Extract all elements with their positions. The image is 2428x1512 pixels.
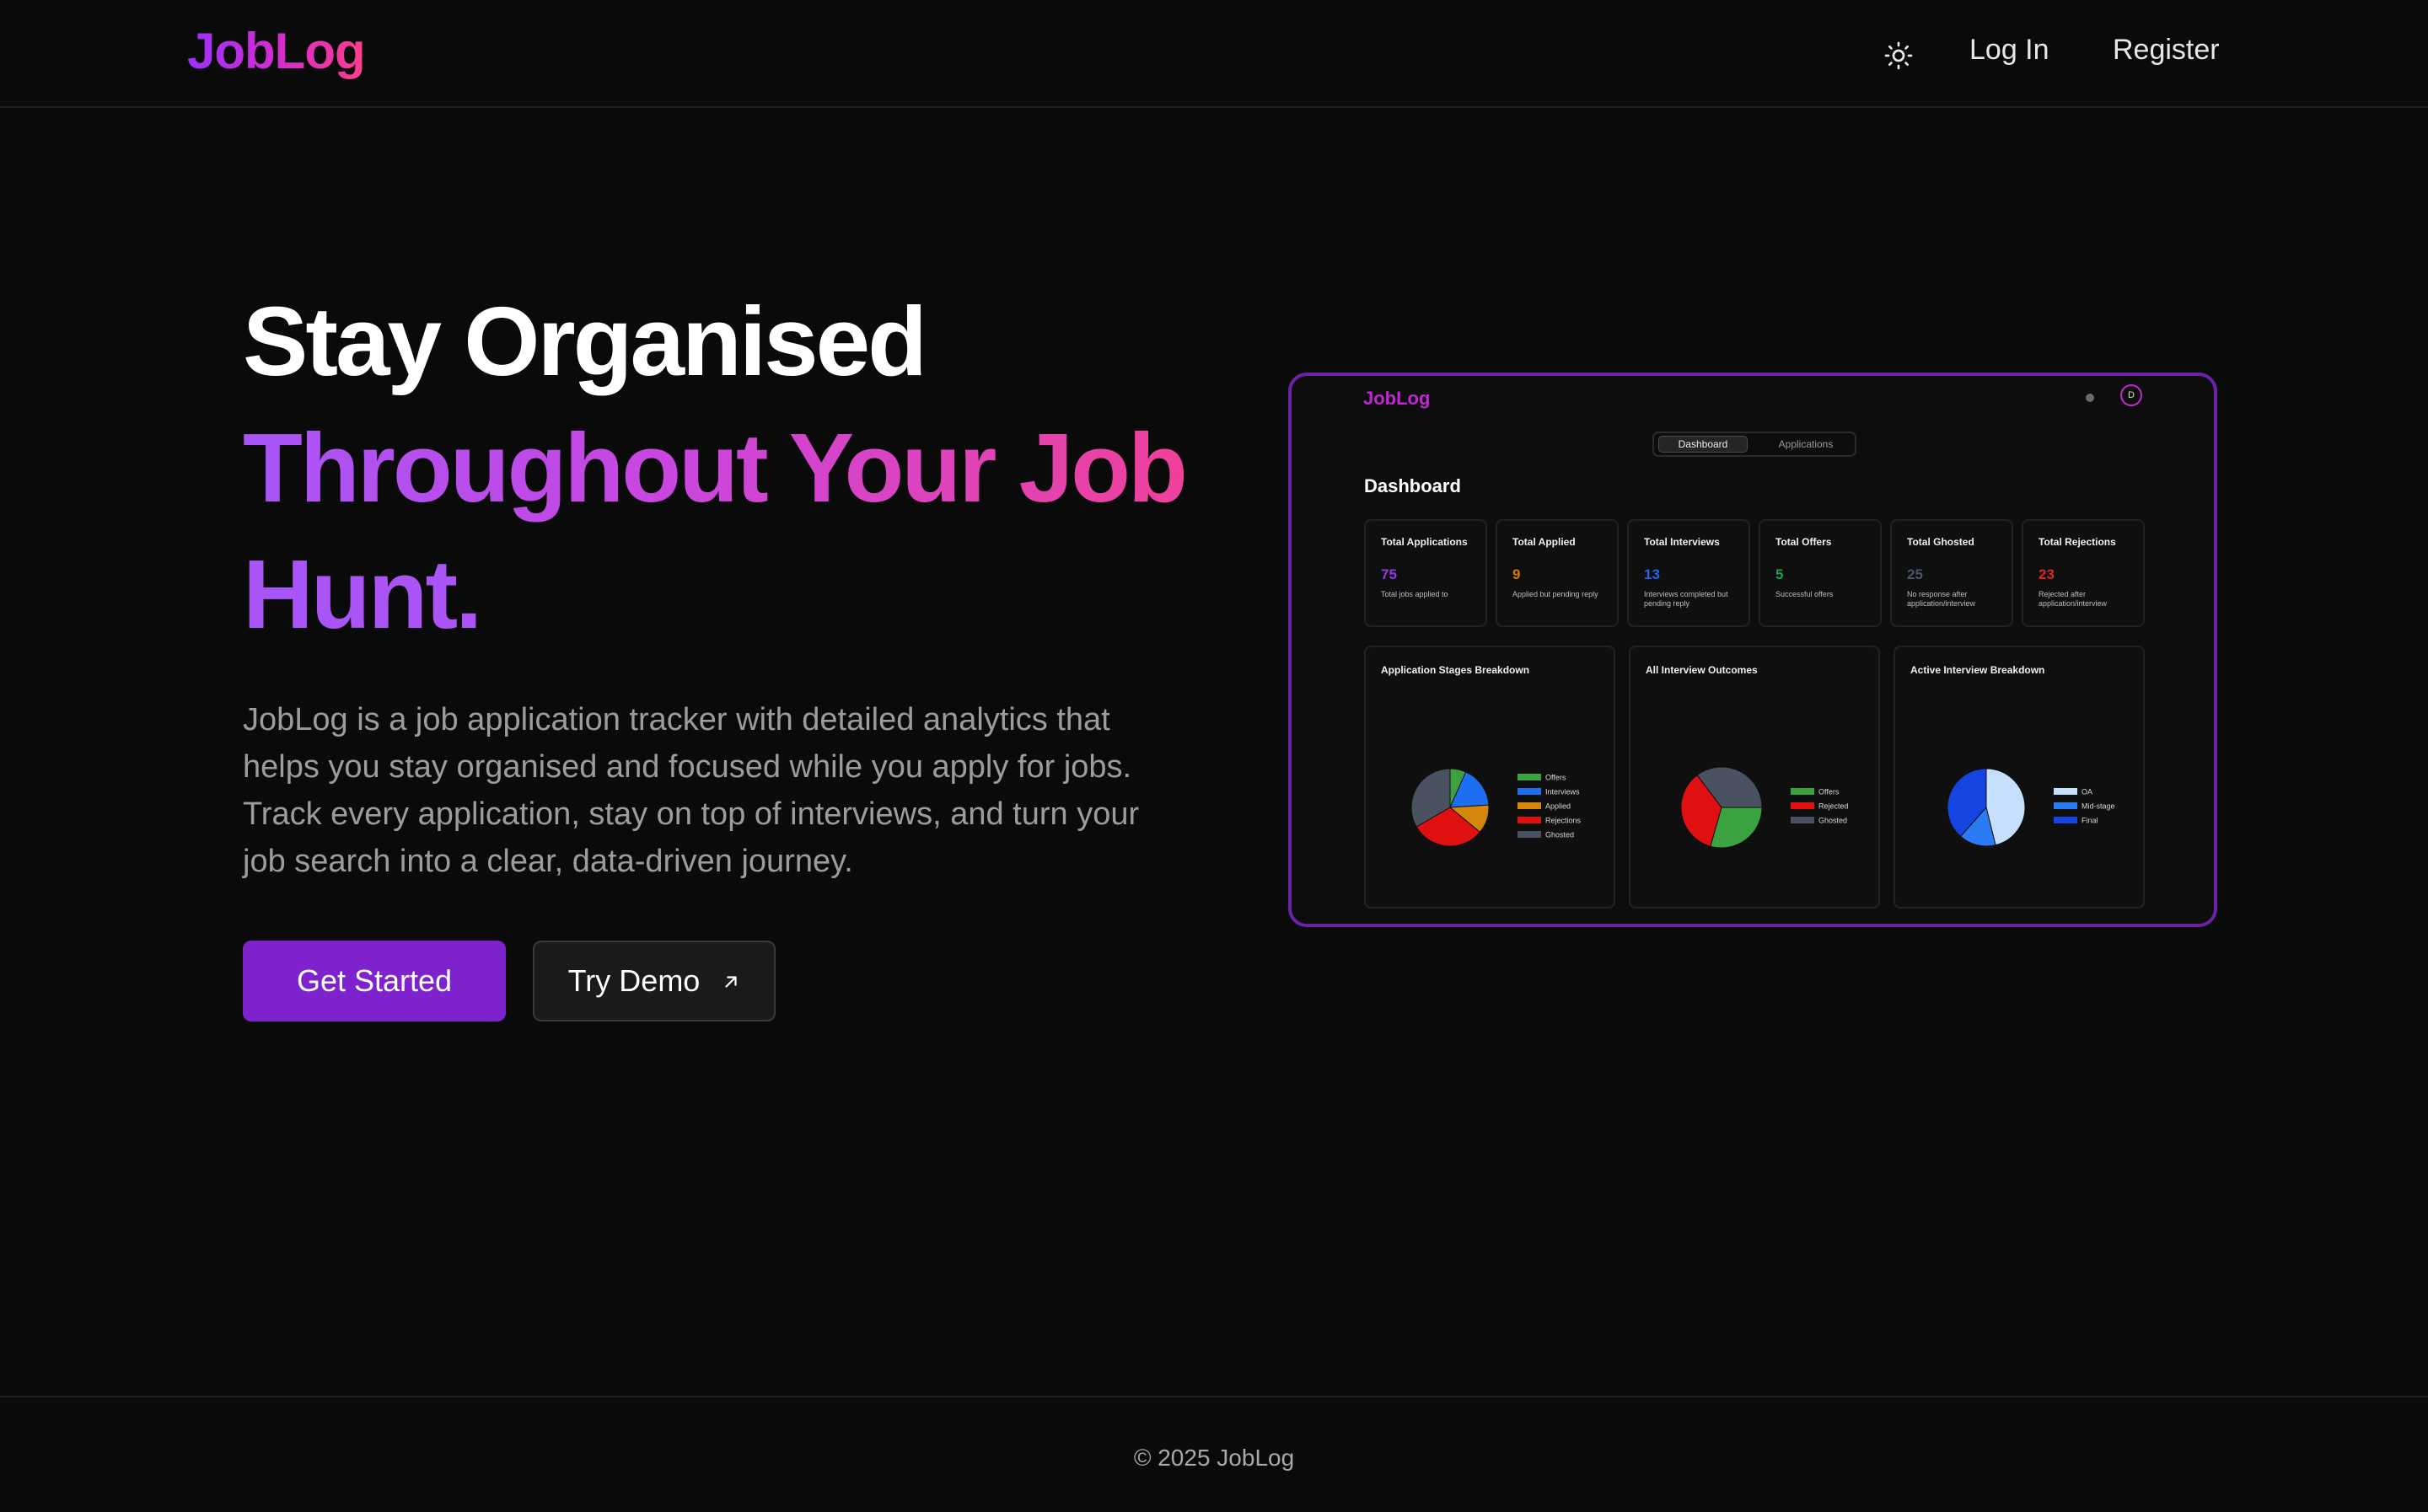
stat-sub: Applied but pending reply: [1512, 590, 1598, 598]
chart-card: Application Stages Breakdown Offers Inter…: [1364, 646, 1615, 909]
try-demo-button[interactable]: Try Demo: [533, 941, 776, 1021]
stat-value: 13: [1644, 566, 1660, 582]
stat-card: Total Applied 9 Applied but pending repl…: [1496, 519, 1619, 627]
stat-sub: Rejected after application/interview: [2039, 590, 2108, 608]
stat-value: 25: [1907, 566, 1923, 582]
hero-title-line2: Throughout Your Job: [243, 405, 1188, 531]
top-nav: JobLog Log In Register: [0, 0, 2428, 108]
register-link[interactable]: Register: [2113, 34, 2220, 67]
stat-card: Total Offers 5 Successful offers: [1759, 519, 1882, 627]
legend-swatch: [2054, 788, 2077, 795]
copyright: © 2025 JobLog: [1133, 1445, 1295, 1471]
stat-label: Total Applications: [1381, 536, 1468, 548]
legend-swatch: [1518, 817, 1541, 823]
legend-label: Mid-stage: [2082, 802, 2115, 811]
stat-value: 23: [2039, 566, 2055, 582]
legend-label: Ghosted: [1545, 831, 1574, 839]
stat-value: 9: [1512, 566, 1521, 582]
legend-label: Interviews: [1545, 788, 1580, 796]
legend-label: Offers: [1545, 774, 1566, 782]
stat-value: 75: [1381, 566, 1397, 582]
legend-label: Offers: [1818, 788, 1840, 796]
legend-swatch: [1518, 788, 1541, 795]
pie-chart: Offers Interviews Applied Rejections Ghosted: [1410, 768, 1582, 847]
chart-card: Active Interview Breakdown OA Mid-stage Fi…: [1894, 646, 2145, 909]
stat-card: Total Applications 75 Total jobs applied…: [1364, 519, 1487, 627]
hero-title: Stay Organised Throughout Your Job Hunt.: [243, 278, 1188, 657]
arrow-up-right-icon: [722, 963, 740, 999]
stat-card: Total Ghosted 25 No response after appli…: [1890, 519, 2013, 627]
legend-label: Rejections: [1545, 817, 1582, 825]
legend-label: Rejected: [1818, 802, 1849, 811]
stat-sub: Total jobs applied to: [1381, 590, 1448, 598]
chart-card: All Interview Outcomes Offers Rejected Gho…: [1629, 646, 1880, 909]
preview-avatar: D: [2120, 384, 2142, 406]
stat-card: Total Rejections 23 Rejected after appli…: [2022, 519, 2145, 627]
hero-title-line1: Stay Organised: [243, 287, 927, 396]
legend-swatch: [2054, 802, 2077, 809]
pie-chart: OA Mid-stage Final: [1947, 768, 2115, 847]
legend-label: Applied: [1545, 802, 1571, 811]
stat-label: Total Interviews: [1644, 536, 1720, 548]
stat-label: Total Offers: [1775, 536, 1832, 548]
preview-tabs: Dashboard Applications: [1652, 432, 1856, 457]
stat-label: Total Ghosted: [1907, 536, 1974, 548]
legend-label: Final: [2082, 817, 2098, 825]
preview-tab-applications: Applications: [1778, 438, 1834, 450]
footer: © 2025 JobLog: [0, 1396, 2428, 1512]
legend-swatch: [1791, 802, 1814, 809]
preview-title: Dashboard: [1364, 475, 1461, 496]
pie-chart: Offers Rejected Ghosted: [1680, 766, 1849, 849]
dashboard-preview: JobLog D Dashboard Applications Dashboar…: [1288, 373, 2217, 927]
try-demo-label: Try Demo: [567, 963, 701, 998]
legend-swatch: [1518, 774, 1541, 780]
preview-logo: JobLog: [1363, 388, 1431, 409]
stat-label: Total Rejections: [2039, 536, 2116, 548]
stat-card: Total Interviews 13 Interviews completed…: [1627, 519, 1750, 627]
legend-swatch: [1791, 817, 1814, 823]
get-started-button[interactable]: Get Started: [243, 941, 506, 1021]
stat-sub: No response after application/interview: [1907, 590, 1976, 608]
legend-swatch: [1518, 802, 1541, 809]
hero-description: JobLog is a job application tracker with…: [243, 702, 1140, 879]
preview-theme-icon: [2086, 394, 2094, 402]
stat-sub: Successful offers: [1775, 590, 1834, 598]
hero-title-line3: Hunt.: [243, 531, 1185, 657]
stat-label: Total Applied: [1512, 536, 1576, 548]
login-link[interactable]: Log In: [1969, 34, 2049, 67]
legend-label: Ghosted: [1818, 817, 1847, 825]
legend-label: OA: [2082, 788, 2092, 796]
stat-sub: Interviews completed but pending reply: [1644, 590, 1728, 608]
legend-swatch: [1518, 831, 1541, 838]
preview-tab-dashboard: Dashboard: [1658, 436, 1748, 453]
sun-icon[interactable]: [1883, 40, 1914, 71]
logo[interactable]: JobLog: [187, 22, 366, 80]
legend-swatch: [2054, 817, 2077, 823]
stat-value: 5: [1775, 566, 1784, 582]
legend-swatch: [1791, 788, 1814, 795]
